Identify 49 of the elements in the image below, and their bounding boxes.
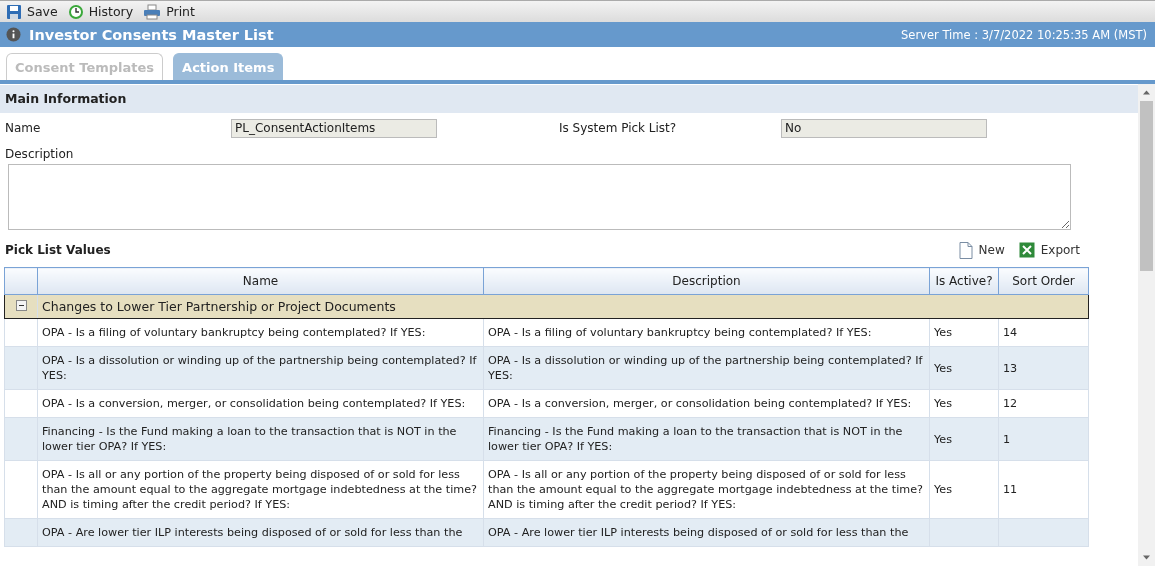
table-cell: Yes xyxy=(929,346,999,390)
field-label: Is System Pick List? xyxy=(559,121,678,135)
table-cell: Financing - Is the Fund making a loan to the transaction that is NOT in the lower tier OPA? If YES: xyxy=(483,417,930,461)
print-button[interactable]: Print xyxy=(143,3,195,20)
table-cell: 12 xyxy=(998,389,1089,418)
table-cell: Yes xyxy=(929,460,999,519)
field-label: Name xyxy=(4,121,42,135)
section-header: Main Information xyxy=(0,85,1138,113)
column-header[interactable]: Is Active? xyxy=(929,267,999,295)
column-header[interactable]: Description xyxy=(483,267,930,295)
info-icon xyxy=(6,27,21,42)
spreadsheet-icon xyxy=(1018,242,1035,258)
section-title: Pick List Values xyxy=(5,243,111,257)
table-cell: OPA - Are lower tier ILP interests being disposed of or sold for less than the xyxy=(37,518,484,547)
table-cell: OPA - Is a dissolution or winding up of the partnership being contemplated? If YES: xyxy=(483,346,930,390)
table-cell: Yes xyxy=(929,417,999,461)
table-cell: Yes xyxy=(929,389,999,418)
history-button[interactable]: History xyxy=(67,3,134,20)
collapse-icon[interactable] xyxy=(15,300,27,311)
table-cell: OPA - Is all or any portion of the property being disposed of or sold for less than the amount equal to the aggregate mortgage indebtedness at the time? AND is timing after the credit period? If YES: xyxy=(37,460,484,519)
name-field[interactable]: PL_ConsentActionItems xyxy=(231,118,437,138)
scrollbar[interactable] xyxy=(1138,84,1155,566)
table-cell: OPA - Is a filing of voluntary bankruptcy being contemplated? If YES: xyxy=(37,318,484,347)
printer-icon xyxy=(143,3,162,20)
description-field[interactable] xyxy=(8,164,1071,230)
group-row[interactable]: Changes to Lower Tier Partnership or Project Documents xyxy=(37,294,1089,319)
table-cell: 14 xyxy=(998,318,1089,347)
table-cell: 13 xyxy=(998,346,1089,390)
table-cell: OPA - Is a conversion, merger, or consolidation being contemplated? If YES: xyxy=(37,389,484,418)
table-cell: OPA - Is a filing of voluntary bankruptcy being contemplated? If YES: xyxy=(483,318,930,347)
new-button[interactable]: New xyxy=(958,241,1005,259)
table-cell: OPA - Is a conversion, merger, or consolidation being contemplated? If YES: xyxy=(483,389,930,418)
field-label: Description xyxy=(4,146,75,163)
export-button[interactable]: Export xyxy=(1018,241,1080,259)
table-cell: 1 xyxy=(998,417,1089,461)
window-title: Investor Consents Master List xyxy=(29,26,274,43)
system-pick-list-field[interactable]: No xyxy=(781,118,987,138)
table-cell: Financing - Is the Fund making a loan to the transaction that is NOT in the lower tier OPA? If YES: xyxy=(37,417,484,461)
column-header[interactable]: Name xyxy=(37,267,484,295)
table-cell: 11 xyxy=(998,460,1089,519)
table-cell: OPA - Is a dissolution or winding up of the partnership being contemplated? If YES: xyxy=(37,346,484,390)
save-button[interactable]: Save xyxy=(6,3,58,20)
server-time: Server Time : 3/7/2022 10:25:35 AM (MST) xyxy=(901,27,1147,42)
column-header[interactable]: Sort Order xyxy=(998,267,1089,295)
table-cell: OPA - Is all or any portion of the property being disposed of or sold for less than the amount equal to the aggregate mortgage indebtedness at the time? AND is timing after the credit period? If YES: xyxy=(483,460,930,519)
table-cell: Yes xyxy=(929,318,999,347)
table-cell: OPA - Are lower tier ILP interests being disposed of or sold for less than the xyxy=(483,518,930,547)
clock-icon xyxy=(67,3,84,20)
document-icon xyxy=(958,241,973,259)
